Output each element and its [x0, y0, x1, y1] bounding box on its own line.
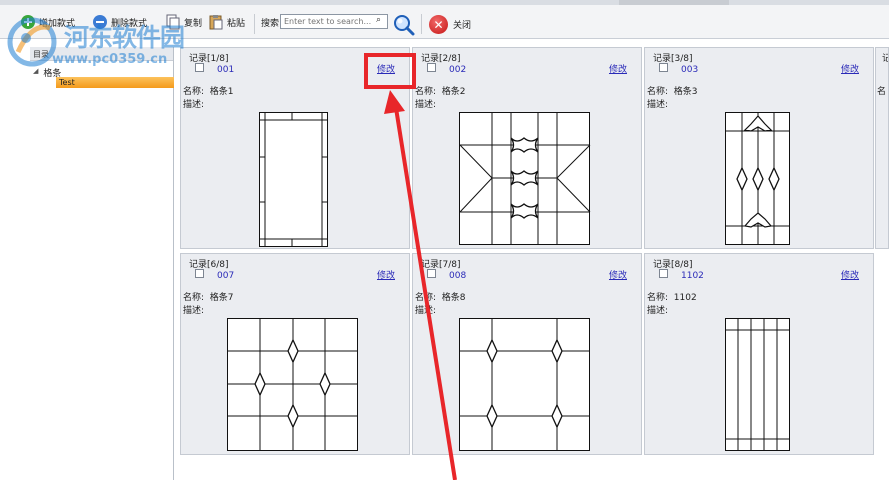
name-value: 格条8: [441, 293, 466, 303]
record-code: 003: [681, 65, 699, 75]
paste-label: 粘贴: [227, 18, 246, 29]
toolbar-separator: [421, 14, 422, 34]
name-prefix: 名称:: [647, 293, 669, 303]
record-checkbox[interactable]: [659, 63, 668, 72]
name-prefix: 名称:: [647, 87, 669, 97]
category-tree-panel: 目录 ◢ 格条 Test: [30, 47, 174, 480]
grid-pattern-image: [725, 318, 790, 451]
grid-pattern-image: [459, 318, 590, 451]
watermark-url: www.pc0359.cn: [52, 52, 168, 67]
grid-pattern-image: [259, 112, 328, 247]
record-name: 名称: 格条2: [415, 84, 466, 97]
record-card[interactable]: 记录[3/8] 003 修改 名称: 格条3 描述:: [644, 47, 874, 249]
annotation-highlight-box: [364, 53, 416, 89]
close-button[interactable]: ✕ 关闭: [429, 15, 471, 34]
name-value: 1102: [673, 293, 697, 303]
grid-pattern-image: [459, 112, 591, 245]
name-prefix: 名称:: [415, 293, 437, 303]
card-gallery: 记录[1/8] 001 修改 名称: 格条1 描述: 记录[2/8] 002 修…: [178, 47, 889, 480]
record-desc: 描述:: [647, 306, 669, 316]
record-code: 008: [449, 271, 467, 281]
watermark-title: 河东软件园: [64, 23, 185, 52]
name-prefix: 名称:: [183, 87, 205, 97]
record-desc: 描述:: [647, 100, 669, 110]
record-name: 名称: 格条7: [183, 290, 234, 303]
record-code: 007: [217, 271, 235, 281]
record-card-partial[interactable]: 记 名: [875, 47, 889, 249]
name-prefix: 名称:: [183, 293, 205, 303]
record-checkbox[interactable]: [195, 269, 204, 278]
record-desc: 描述:: [183, 306, 205, 316]
record-desc: 描述:: [415, 100, 437, 110]
record-name: 名称: 1102: [647, 290, 697, 303]
edit-link[interactable]: 修改: [609, 62, 627, 75]
record-code: 001: [217, 65, 235, 75]
edit-link[interactable]: 修改: [841, 268, 859, 281]
close-label: 关闭: [453, 21, 472, 31]
name-prefix: 名称:: [415, 87, 437, 97]
name-value: 格条7: [209, 293, 234, 303]
search-label: 搜索: [261, 19, 280, 29]
record-name: 名称: 格条1: [183, 84, 234, 97]
record-card[interactable]: 记录[8/8] 1102 修改 名称: 1102 描述:: [644, 253, 874, 455]
name-value: 格条3: [673, 87, 698, 97]
close-icon: ✕: [429, 15, 448, 34]
grid-pattern-image: [227, 318, 358, 451]
record-checkbox[interactable]: [427, 269, 436, 278]
record-card[interactable]: 记录[2/8] 002 修改 名称: 格条2 描述:: [412, 47, 642, 249]
record-name: 名称: 格条8: [415, 290, 466, 303]
record-code: 002: [449, 65, 467, 75]
name-prefix: 名: [877, 87, 887, 97]
record-header: 记: [882, 51, 888, 64]
record-checkbox[interactable]: [659, 269, 668, 278]
name-value: 格条1: [209, 87, 234, 97]
edit-link[interactable]: 修改: [609, 268, 627, 281]
tree-item-test[interactable]: Test: [56, 77, 174, 88]
grid-pattern-image: [725, 112, 790, 245]
edit-link[interactable]: 修改: [841, 62, 859, 75]
search-icon[interactable]: [393, 14, 415, 36]
record-checkbox[interactable]: [427, 63, 436, 72]
record-desc: 描述:: [415, 306, 437, 316]
name-value: 格条2: [441, 87, 466, 97]
toolbar-separator: [254, 14, 255, 34]
edit-link[interactable]: 修改: [377, 268, 395, 281]
record-code: 1102: [681, 271, 704, 281]
record-desc: 描述:: [183, 100, 205, 110]
search-field-icon: ⌕: [376, 15, 382, 25]
left-gutter: [0, 47, 30, 480]
watermark: 河东软件园 www.pc0359.cn: [0, 8, 215, 72]
record-name: 名称: 格条3: [647, 84, 698, 97]
record-card[interactable]: 记录[7/8] 008 修改 名称: 格条8 描述:: [412, 253, 642, 455]
record-card[interactable]: 记录[6/8] 007 修改 名称: 格条7 描述:: [180, 253, 410, 455]
search-input[interactable]: [280, 14, 388, 29]
